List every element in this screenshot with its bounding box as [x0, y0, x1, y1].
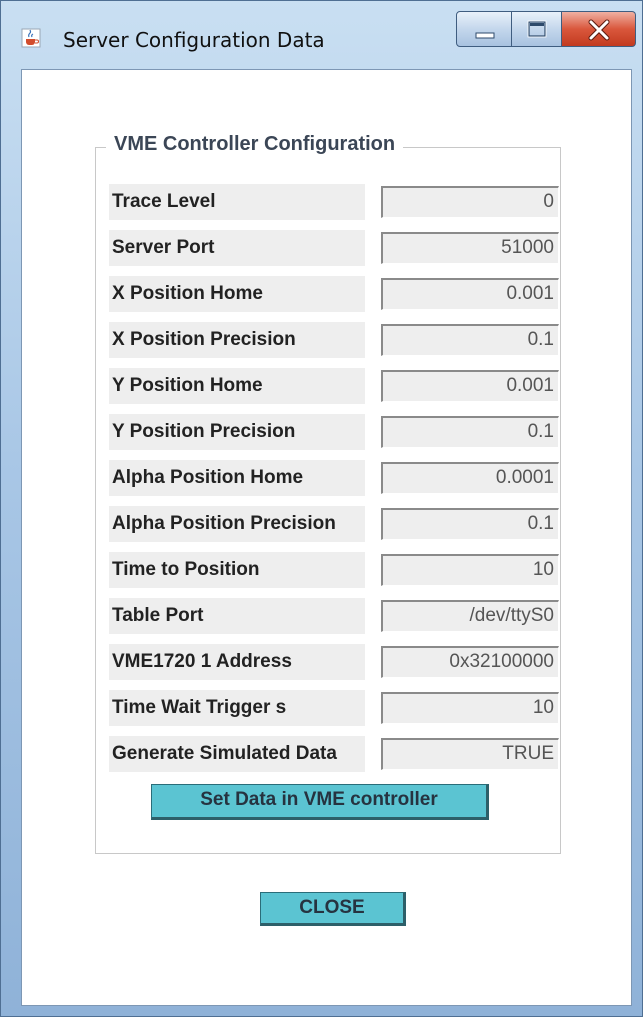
close-window-button[interactable] — [562, 11, 636, 47]
field-label: Y Position Home — [109, 368, 365, 404]
field-label: Table Port — [109, 598, 365, 634]
maximize-icon — [527, 20, 547, 38]
table-port-field[interactable]: /dev/ttyS0 — [381, 600, 559, 632]
generate-simulated-data-field[interactable]: TRUE — [381, 738, 559, 770]
config-row-alpha-position-precision: Alpha Position Precision 0.1 — [109, 506, 559, 542]
minimize-button[interactable] — [456, 11, 512, 47]
config-row-x-position-home: X Position Home 0.001 — [109, 276, 559, 312]
alpha-position-home-field[interactable]: 0.0001 — [381, 462, 559, 494]
group-title: VME Controller Configuration — [106, 133, 404, 156]
config-row-trace-level: Trace Level 0 — [109, 184, 559, 220]
vme-config-group: VME Controller Configuration Trace Level… — [95, 133, 561, 854]
config-row-server-port: Server Port 51000 — [109, 230, 559, 266]
minimize-icon — [475, 32, 495, 39]
window-frame: Server Configuration Data VME Controller… — [0, 0, 643, 1017]
config-row-y-position-home: Y Position Home 0.001 — [109, 368, 559, 404]
config-row-generate-simulated-data: Generate Simulated Data TRUE — [109, 736, 559, 772]
field-label: X Position Precision — [109, 322, 365, 358]
trace-level-field[interactable]: 0 — [381, 186, 559, 218]
title-bar[interactable]: Server Configuration Data — [1, 1, 642, 69]
dialog-content: VME Controller Configuration Trace Level… — [21, 69, 632, 1006]
close-icon — [588, 19, 610, 41]
field-label: Time to Position — [109, 552, 365, 588]
x-position-precision-field[interactable]: 0.1 — [381, 324, 559, 356]
field-label: X Position Home — [109, 276, 365, 312]
config-row-y-position-precision: Y Position Precision 0.1 — [109, 414, 559, 450]
maximize-button[interactable] — [512, 11, 562, 47]
field-label: Time Wait Trigger s — [109, 690, 365, 726]
window-title: Server Configuration Data — [63, 28, 325, 52]
config-row-vme1720-address: VME1720 1 Address 0x32100000 — [109, 644, 559, 680]
field-label: VME1720 1 Address — [109, 644, 365, 680]
field-label: Y Position Precision — [109, 414, 365, 450]
set-data-button[interactable]: Set Data in VME controller — [151, 784, 489, 820]
close-button[interactable]: CLOSE — [260, 892, 406, 926]
field-label: Alpha Position Home — [109, 460, 365, 496]
y-position-precision-field[interactable]: 0.1 — [381, 416, 559, 448]
config-row-time-wait-trigger: Time Wait Trigger s 10 — [109, 690, 559, 726]
field-label: Trace Level — [109, 184, 365, 220]
config-row-time-to-position: Time to Position 10 — [109, 552, 559, 588]
alpha-position-precision-field[interactable]: 0.1 — [381, 508, 559, 540]
field-label: Server Port — [109, 230, 365, 266]
field-label: Generate Simulated Data — [109, 736, 365, 772]
java-coffee-cup-icon — [21, 28, 41, 48]
vme1720-address-field[interactable]: 0x32100000 — [381, 646, 559, 678]
time-to-position-field[interactable]: 10 — [381, 554, 559, 586]
time-wait-trigger-field[interactable]: 10 — [381, 692, 559, 724]
x-position-home-field[interactable]: 0.001 — [381, 278, 559, 310]
config-row-alpha-position-home: Alpha Position Home 0.0001 — [109, 460, 559, 496]
config-row-table-port: Table Port /dev/ttyS0 — [109, 598, 559, 634]
y-position-home-field[interactable]: 0.001 — [381, 370, 559, 402]
field-label: Alpha Position Precision — [109, 506, 365, 542]
server-port-field[interactable]: 51000 — [381, 232, 559, 264]
config-row-x-position-precision: X Position Precision 0.1 — [109, 322, 559, 358]
